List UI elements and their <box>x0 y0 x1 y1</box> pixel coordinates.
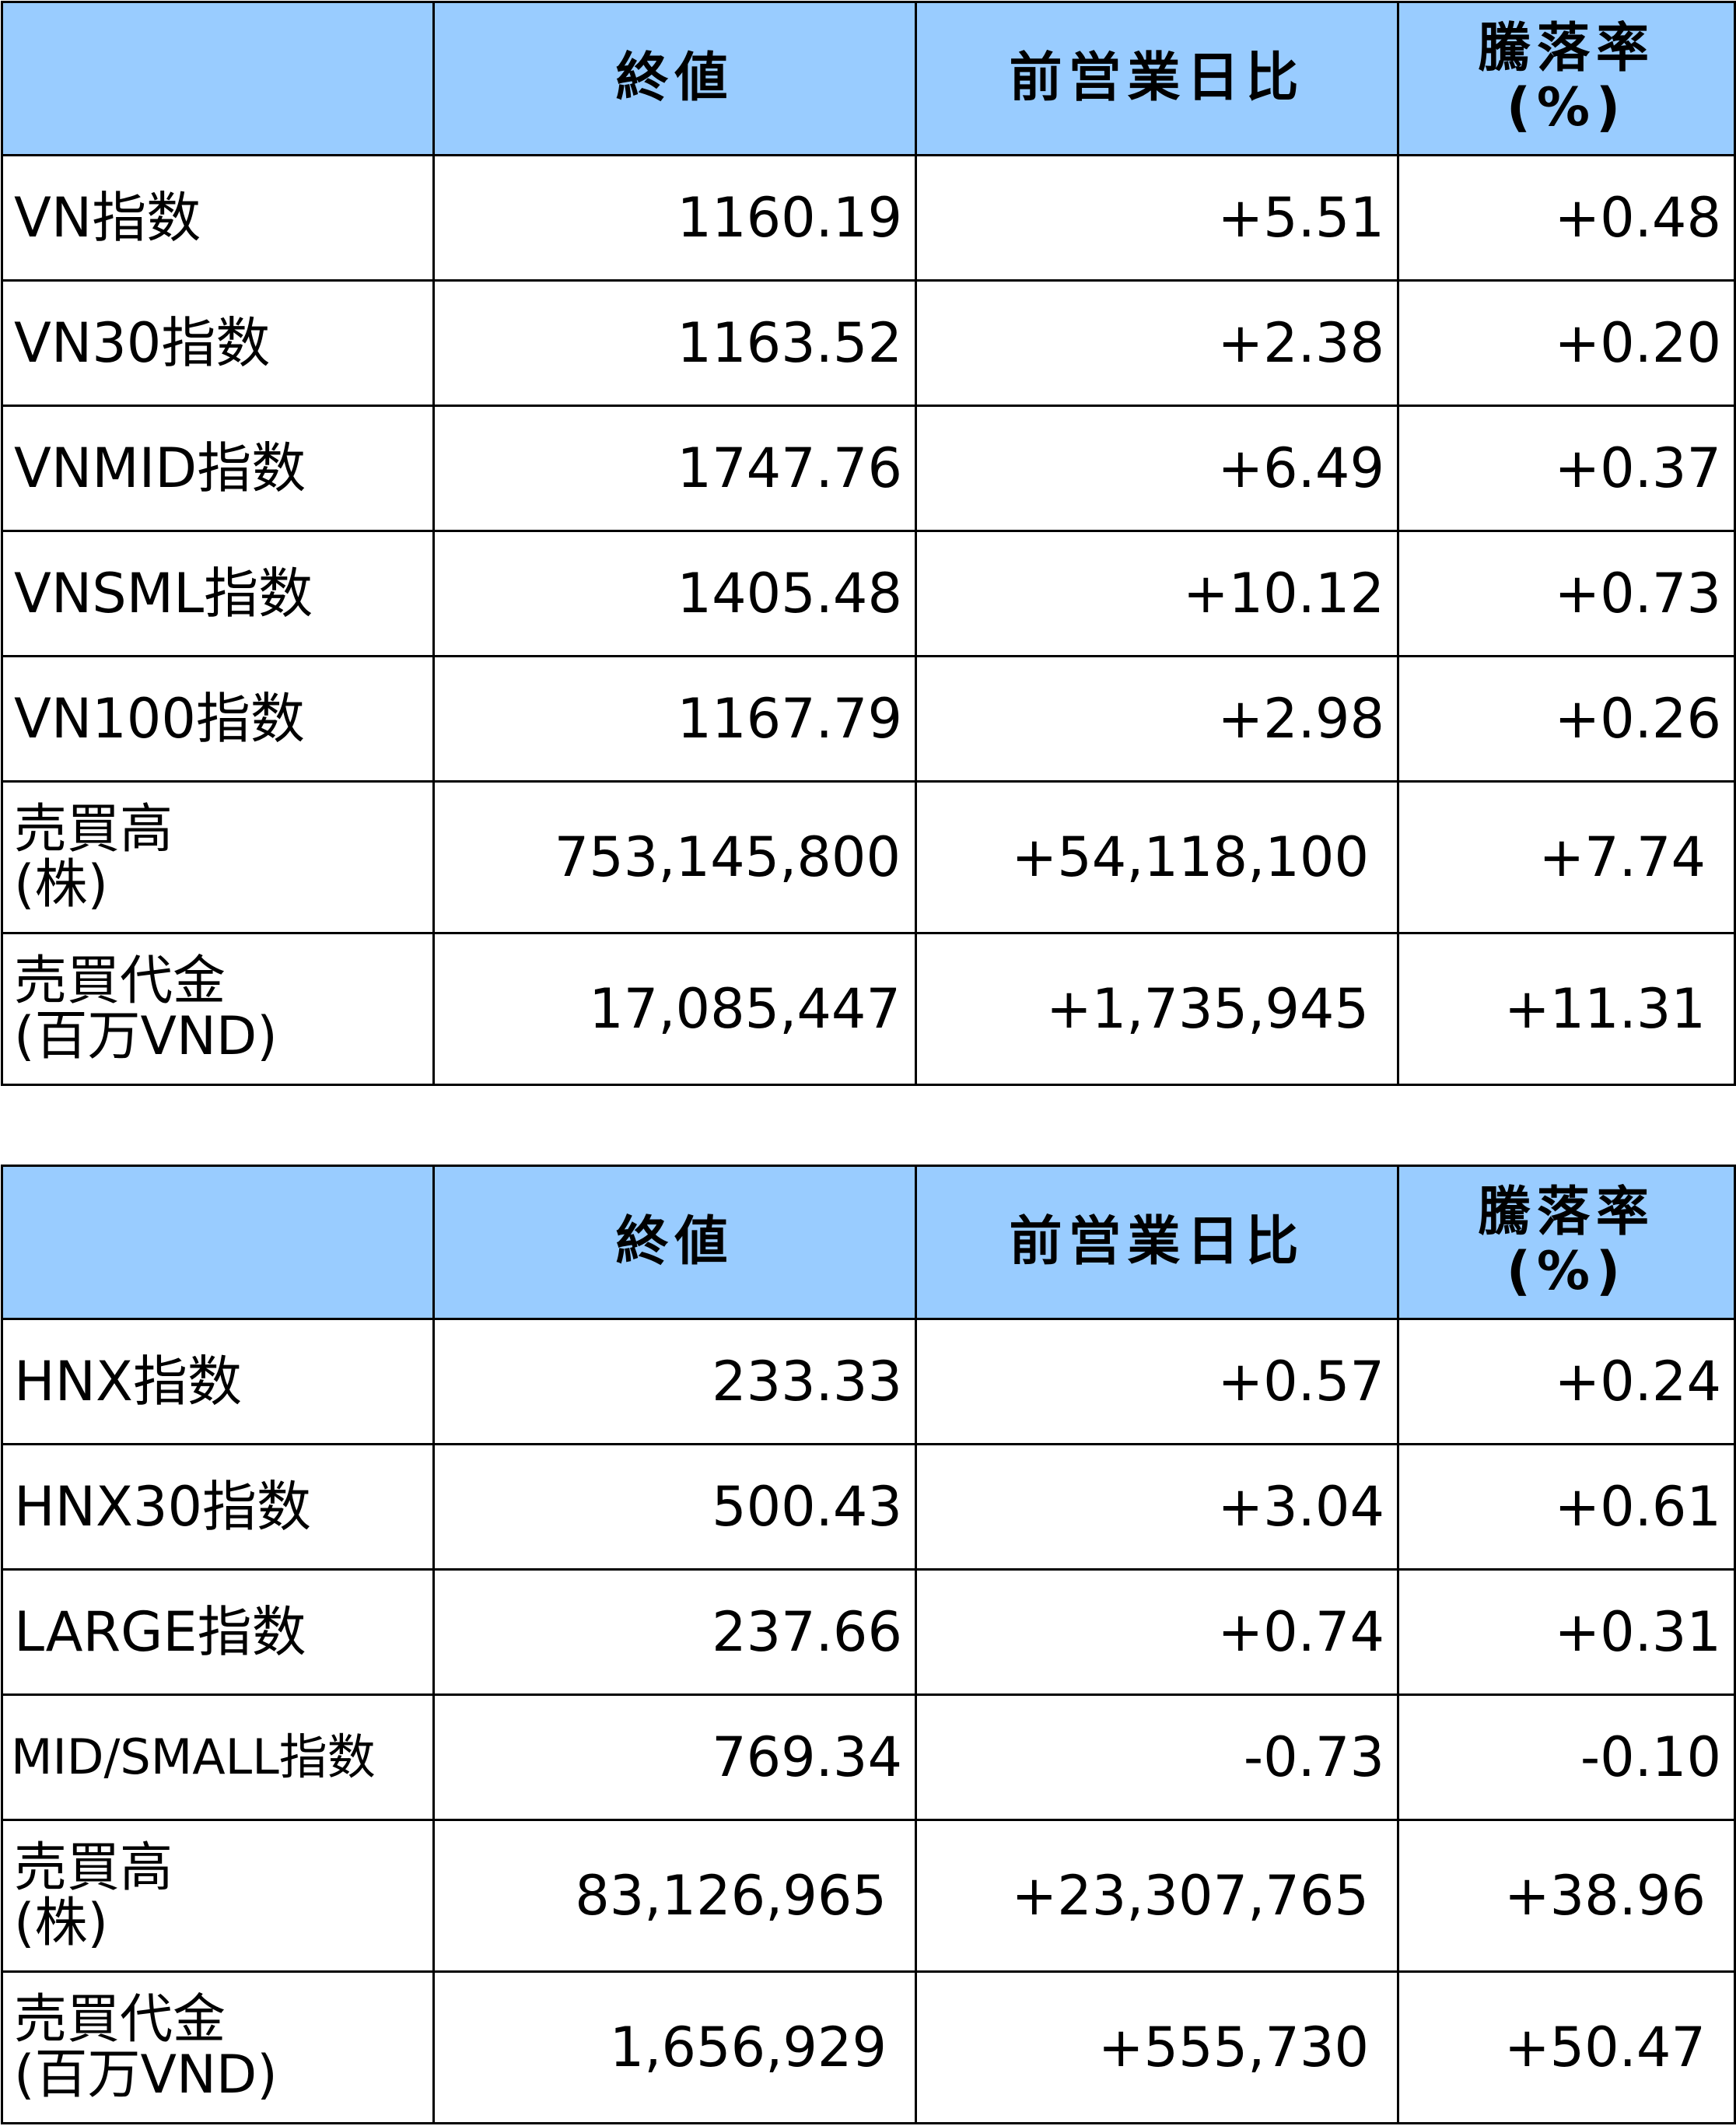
row-rate: +0.26 <box>1397 655 1736 783</box>
row-change: +54,118,100 <box>915 780 1399 934</box>
row-rate: +11.31 <box>1397 932 1736 1086</box>
row-label: 売買代金 (百万VND) <box>1 1970 435 2124</box>
row-label-line2: (百万VND) <box>14 1006 278 1067</box>
row-change: +5.51 <box>915 154 1399 282</box>
row-change: +0.74 <box>915 1568 1399 1696</box>
row-label: 売買高 (株) <box>1 1819 435 1973</box>
row-rate: +0.31 <box>1397 1568 1736 1696</box>
row-close: 1,656,929 <box>432 1970 917 2124</box>
table-row: 売買代金 (百万VND) 17,085,447 +1,735,945 +11.31 <box>1 932 1736 1086</box>
row-rate: +0.37 <box>1397 405 1736 532</box>
table-row: HNX30指数 500.43 +3.04 +0.61 <box>1 1443 1736 1571</box>
row-change: +10.12 <box>915 530 1399 657</box>
row-label-line1: 売買高 <box>14 798 173 860</box>
header-rate-line2: (%) <box>1506 1241 1627 1302</box>
row-label: HNX30指数 <box>1 1443 435 1571</box>
header-rate-line1: 騰落率 <box>1477 17 1655 79</box>
row-change: +1,735,945 <box>915 932 1399 1086</box>
table-row: HNX指数 233.33 +0.57 +0.24 <box>1 1318 1736 1445</box>
row-label: VN指数 <box>1 154 435 282</box>
row-rate: +38.96 <box>1397 1819 1736 1973</box>
header-empty-cell <box>1 1165 435 1320</box>
row-label: HNX指数 <box>1 1318 435 1445</box>
table-row: VN30指数 1163.52 +2.38 +0.20 <box>1 279 1736 407</box>
table-row: 売買高 (株) 753,145,800 +54,118,100 +7.74 <box>1 780 1736 934</box>
header-empty-cell <box>1 1 435 156</box>
row-close: 1405.48 <box>432 530 917 657</box>
row-rate: +0.20 <box>1397 279 1736 407</box>
hose-index-table: 終値 前営業日比 騰落率 (%) VN指数 1160.19 +5.51 +0.48… <box>1 1 1736 1086</box>
row-close: 500.43 <box>432 1443 917 1571</box>
row-label: VNSML指数 <box>1 530 435 657</box>
row-label: MID/SMALL指数 <box>1 1693 435 1821</box>
row-rate: -0.10 <box>1397 1693 1736 1821</box>
table-header-row: 終値 前営業日比 騰落率 (%) <box>1 1165 1736 1320</box>
row-label-line2: (百万VND) <box>14 2044 278 2106</box>
row-label-line2: (株) <box>14 1893 109 1954</box>
row-label-line1: 売買高 <box>14 1837 173 1899</box>
row-rate: +50.47 <box>1397 1970 1736 2124</box>
hnx-index-table: 終値 前営業日比 騰落率 (%) HNX指数 233.33 +0.57 +0.24… <box>1 1165 1736 2124</box>
row-rate: +0.73 <box>1397 530 1736 657</box>
row-rate: +0.24 <box>1397 1318 1736 1445</box>
table-row: MID/SMALL指数 769.34 -0.73 -0.10 <box>1 1693 1736 1821</box>
row-close: 1163.52 <box>432 279 917 407</box>
row-close: 769.34 <box>432 1693 917 1821</box>
row-change: +2.38 <box>915 279 1399 407</box>
row-label: VNMID指数 <box>1 405 435 532</box>
row-rate: +0.48 <box>1397 154 1736 282</box>
header-change: 前営業日比 <box>915 1 1399 156</box>
row-change: +555,730 <box>915 1970 1399 2124</box>
row-close: 753,145,800 <box>432 780 917 934</box>
table-row: 売買高 (株) 83,126,965 +23,307,765 +38.96 <box>1 1819 1736 1973</box>
row-label: 売買代金 (百万VND) <box>1 932 435 1086</box>
table-row: VNSML指数 1405.48 +10.12 +0.73 <box>1 530 1736 657</box>
header-rate: 騰落率 (%) <box>1397 1165 1736 1320</box>
row-change: +6.49 <box>915 405 1399 532</box>
row-close: 17,085,447 <box>432 932 917 1086</box>
row-label: LARGE指数 <box>1 1568 435 1696</box>
table-row: LARGE指数 237.66 +0.74 +0.31 <box>1 1568 1736 1696</box>
table-row: 売買代金 (百万VND) 1,656,929 +555,730 +50.47 <box>1 1970 1736 2124</box>
row-label-line2: (株) <box>14 854 109 916</box>
row-label: VN30指数 <box>1 279 435 407</box>
row-close: 233.33 <box>432 1318 917 1445</box>
table-header-row: 終値 前営業日比 騰落率 (%) <box>1 1 1736 156</box>
row-close: 1167.79 <box>432 655 917 783</box>
header-close: 終値 <box>432 1 917 156</box>
row-change: -0.73 <box>915 1693 1399 1821</box>
row-label-line1: 売買代金 <box>14 950 226 1012</box>
table-row: VN100指数 1167.79 +2.98 +0.26 <box>1 655 1736 783</box>
row-close: 1747.76 <box>432 405 917 532</box>
row-change: +0.57 <box>915 1318 1399 1445</box>
row-label: 売買高 (株) <box>1 780 435 934</box>
table-row: VN指数 1160.19 +5.51 +0.48 <box>1 154 1736 282</box>
row-close: 237.66 <box>432 1568 917 1696</box>
header-rate-line2: (%) <box>1506 77 1627 138</box>
row-label: VN100指数 <box>1 655 435 783</box>
row-change: +2.98 <box>915 655 1399 783</box>
row-change: +23,307,765 <box>915 1819 1399 1973</box>
header-rate-line1: 騰落率 <box>1477 1181 1655 1243</box>
table-row: VNMID指数 1747.76 +6.49 +0.37 <box>1 405 1736 532</box>
row-change: +3.04 <box>915 1443 1399 1571</box>
header-change: 前営業日比 <box>915 1165 1399 1320</box>
row-close: 1160.19 <box>432 154 917 282</box>
header-rate: 騰落率 (%) <box>1397 1 1736 156</box>
row-rate: +7.74 <box>1397 780 1736 934</box>
row-rate: +0.61 <box>1397 1443 1736 1571</box>
row-label-line1: 売買代金 <box>14 1988 226 2051</box>
header-close: 終値 <box>432 1165 917 1320</box>
row-close: 83,126,965 <box>432 1819 917 1973</box>
